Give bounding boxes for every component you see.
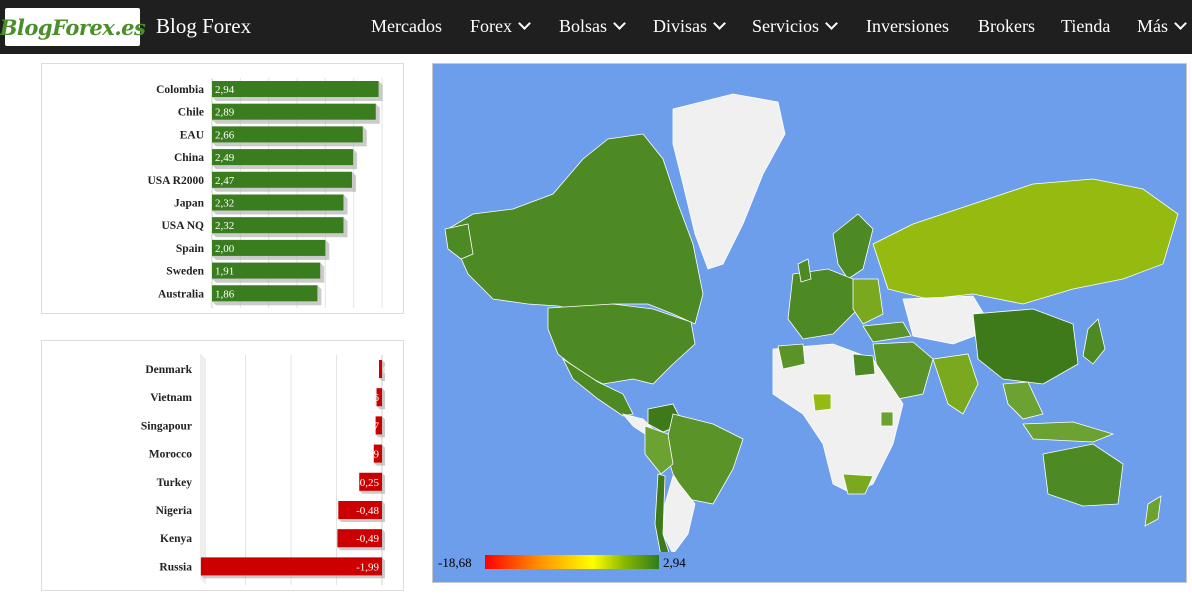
chart-side-wall — [200, 353, 206, 585]
nav-item-label: Inversiones — [866, 16, 949, 36]
bar — [212, 126, 363, 143]
category-label: Chile — [178, 107, 204, 119]
nav-item-mercados[interactable]: Mercados — [371, 16, 442, 37]
world-map[interactable]: -18,68 2,94 — [432, 63, 1187, 583]
site-title[interactable]: Blog Forex — [156, 14, 251, 39]
category-label: Colombia — [156, 84, 204, 96]
eastern-europe — [852, 278, 884, 325]
scale-gradient-bar — [485, 555, 659, 569]
value-label: 1,91 — [215, 266, 234, 278]
kenya — [880, 411, 894, 427]
value-label: -0,06 — [356, 392, 379, 404]
category-label: USA R2000 — [147, 175, 204, 187]
nav-item-servicios[interactable]: Servicios — [752, 16, 838, 37]
value-label: -1,99 — [356, 561, 379, 573]
top-navigation-bar: BlogForex.es Blog Forex Mercados Forex Bol… — [0, 0, 1192, 54]
category-label: Denmark — [145, 364, 192, 376]
value-label: 2,66 — [215, 129, 235, 141]
value-label: -0,09 — [356, 449, 379, 461]
site-logo[interactable]: BlogForex.es — [0, 8, 146, 46]
nav-item-brokers[interactable]: Brokers — [978, 16, 1035, 37]
category-label: China — [174, 152, 204, 164]
value-label: 1,86 — [215, 288, 235, 300]
scandinavia — [832, 213, 874, 280]
category-label: Singapour — [141, 420, 192, 432]
indonesia — [1022, 421, 1115, 443]
top-performers-panel: Colombia 2,94 Chile 2,89 EAU 2,66 China 2,49 USA… — [41, 63, 404, 314]
value-label: 2,32 — [215, 198, 234, 210]
category-label: Vietnam — [150, 392, 192, 404]
china — [972, 308, 1079, 385]
nav-item-label: Tienda — [1061, 16, 1111, 36]
chevron-down-icon — [713, 17, 726, 30]
western-europe — [787, 268, 859, 340]
continents — [444, 93, 1179, 560]
category-label: Morocco — [149, 449, 192, 461]
value-label: -0,25 — [356, 477, 379, 489]
value-label: 2,32 — [215, 220, 234, 232]
world-choropleth: -18,68 2,94 — [433, 93, 1179, 574]
scale-min-label: -18,68 — [438, 555, 472, 570]
nav-item-inversiones[interactable]: Inversiones — [866, 16, 949, 37]
alaska — [444, 223, 474, 260]
category-label: Australia — [158, 288, 204, 300]
nav-item-divisas[interactable]: Divisas — [653, 16, 726, 37]
bar — [212, 81, 379, 97]
category-label: Japan — [174, 198, 205, 210]
scale-max-label: 2,94 — [663, 555, 686, 570]
japan — [1082, 318, 1106, 365]
top-performers-bar-chart: Colombia 2,94 Chile 2,89 EAU 2,66 China 2,49 USA… — [147, 78, 383, 308]
category-label: Kenya — [160, 533, 192, 545]
chevron-down-icon — [1174, 17, 1187, 30]
bar — [200, 557, 382, 576]
turkey — [862, 321, 912, 343]
worst-performers-bar-chart: Denmark 0,00 Vietnam -0,06 Singapour -0,07 Mor… — [141, 353, 403, 585]
nav-item-label: Brokers — [978, 16, 1035, 36]
chevron-down-icon — [825, 17, 838, 30]
logo-text: BlogForex.es — [0, 14, 146, 40]
value-label: 2,89 — [215, 107, 235, 119]
nav-item-forex[interactable]: Forex — [470, 16, 531, 37]
south-africa — [842, 473, 874, 495]
value-label: -0,49 — [356, 533, 379, 545]
category-label: Sweden — [166, 266, 204, 278]
category-label: Turkey — [157, 477, 193, 489]
category-label: EAU — [180, 129, 205, 141]
nav-item-label: Más — [1137, 16, 1168, 36]
north-africa — [777, 343, 806, 370]
value-label: -0,07 — [356, 420, 379, 432]
new-zealand — [1144, 495, 1162, 527]
chevron-down-icon — [518, 17, 531, 30]
value-label: 2,94 — [215, 84, 235, 96]
category-label: Russia — [159, 561, 192, 573]
category-label: Spain — [176, 243, 205, 255]
category-label: Nigeria — [156, 505, 193, 517]
nav-item-label: Divisas — [653, 16, 707, 36]
bar — [379, 360, 382, 378]
nav-item-label: Mercados — [371, 16, 442, 36]
nav-item-bolsas[interactable]: Bolsas — [559, 16, 626, 37]
nav-item-m-s[interactable]: Más — [1137, 16, 1187, 37]
nav-item-label: Bolsas — [559, 16, 608, 36]
chevron-down-icon — [613, 17, 626, 30]
nav-item-label: Servicios — [752, 16, 819, 36]
southeast-asia — [1002, 381, 1044, 420]
canada — [447, 133, 704, 325]
value-label: 0,00 — [383, 364, 403, 376]
color-scale-legend: -18,68 2,94 — [433, 552, 733, 574]
nav-item-tienda[interactable]: Tienda — [1061, 16, 1110, 37]
india — [932, 353, 979, 415]
nigeria — [812, 393, 832, 412]
category-label: USA NQ — [162, 220, 205, 232]
value-label: 2,47 — [215, 175, 235, 187]
russia — [872, 178, 1179, 305]
value-label: 2,00 — [215, 243, 235, 255]
worst-performers-panel: Denmark 0,00 Vietnam -0,06 Singapour -0,07 Mor… — [41, 340, 404, 591]
value-label: -0,48 — [356, 505, 379, 517]
egypt — [852, 353, 876, 377]
nav-item-label: Forex — [470, 16, 512, 36]
bar — [212, 103, 376, 120]
value-label: 2,49 — [215, 152, 235, 164]
australia — [1042, 443, 1124, 507]
